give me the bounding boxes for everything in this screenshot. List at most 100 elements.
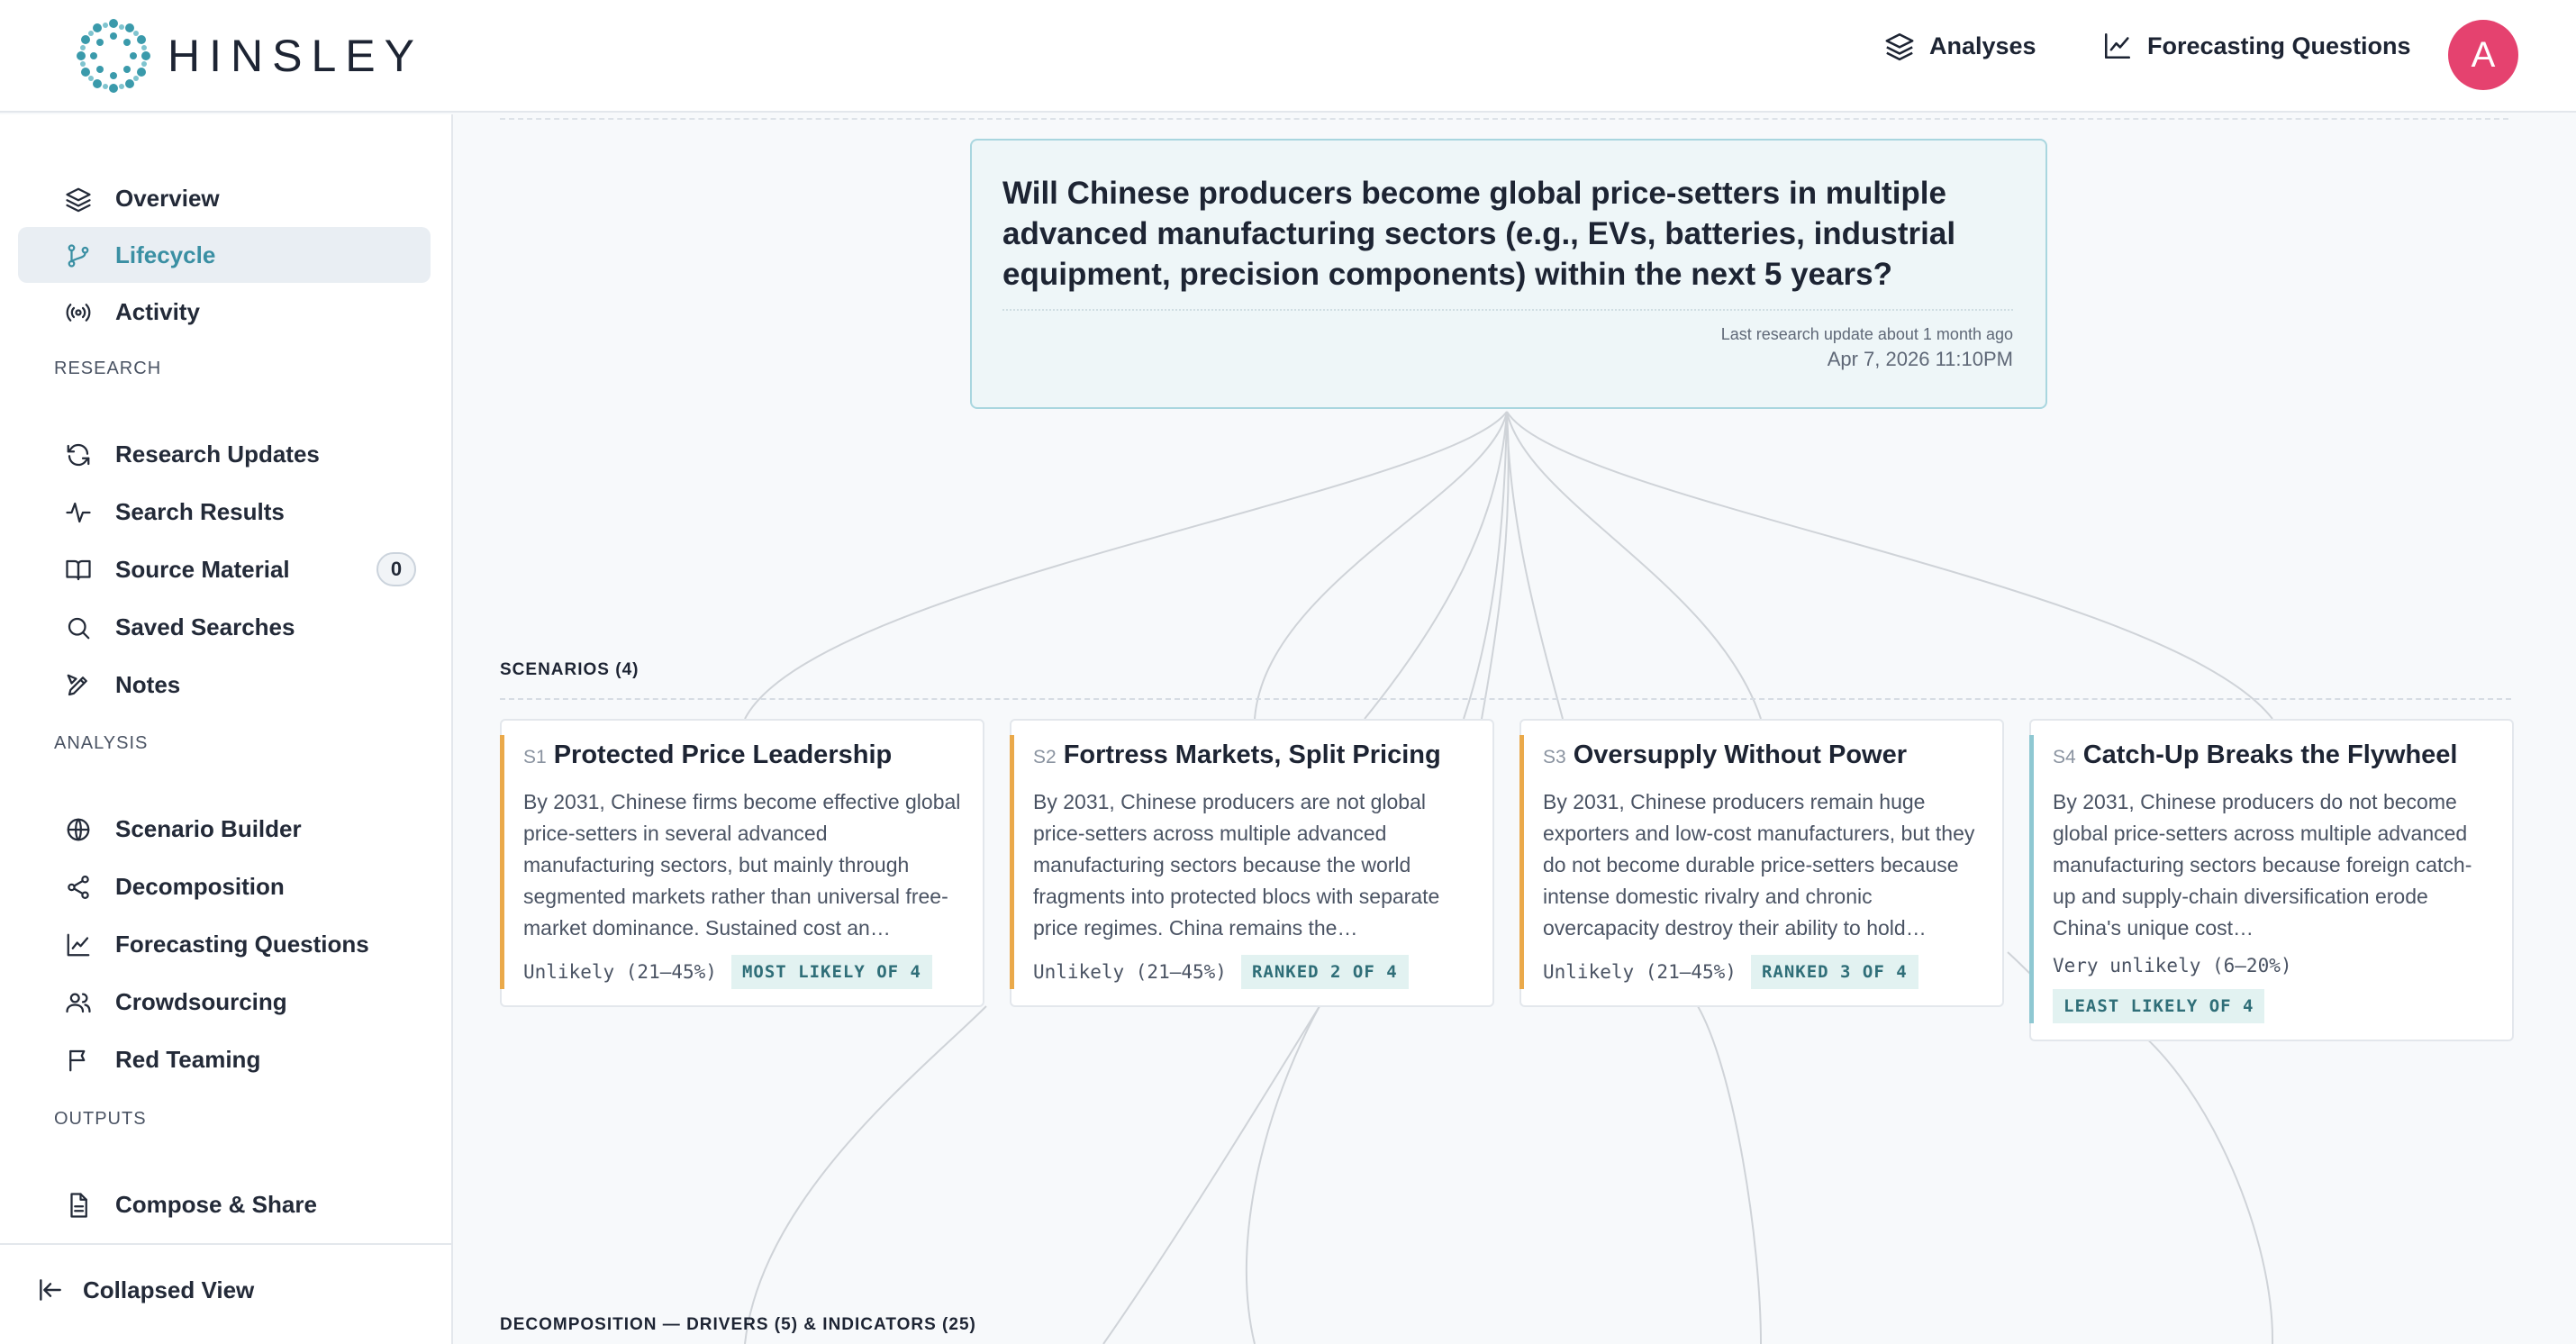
sidebar-item-crowdsourcing[interactable]: Crowdsourcing — [18, 974, 431, 1030]
scenario-description: By 2031, Chinese producers are not globa… — [1033, 790, 1440, 940]
sidebar-item-label: Saved Searches — [115, 613, 295, 640]
line-chart-icon — [2104, 32, 2131, 59]
scenario-title: S2 Fortress Markets, Split Pricing — [1033, 740, 1471, 770]
scenario-probability: Unlikely (21–45%) — [523, 961, 717, 983]
top-header: HINSLEY Analyses Forecasting Questions A — [0, 0, 2576, 113]
brand-logo[interactable]: HINSLEY — [76, 18, 423, 94]
scenario-card-s3[interactable]: S3 Oversupply Without Power By 2031, Chin… — [1519, 719, 2004, 1007]
sidebar-item-notes[interactable]: Notes — [18, 657, 431, 713]
nav-analyses[interactable]: Analyses — [1884, 31, 2036, 61]
refresh-icon — [67, 443, 90, 467]
sidebar-section-title: OUTPUTS — [54, 1109, 147, 1129]
scenario-card-s2[interactable]: S2 Fortress Markets, Split Pricing By 203… — [1010, 719, 1494, 1007]
sidebar-item-activity[interactable]: Activity — [18, 284, 431, 340]
document-icon — [70, 1193, 87, 1218]
sidebar-item-source-material[interactable]: Source Material 0 — [18, 541, 431, 597]
scenario-description: By 2031, Chinese producers do not become… — [2053, 790, 2472, 940]
sidebar-item-lifecycle[interactable]: Lifecycle — [18, 227, 431, 283]
pen-icon — [67, 674, 87, 696]
connector-line — [1364, 411, 1508, 720]
scenario-probability: Unlikely (21–45%) — [1033, 961, 1227, 983]
sidebar-item-label: Search Results — [115, 497, 285, 525]
connector-line — [1506, 411, 1762, 720]
sidebar-item-scenario-builder[interactable]: Scenario Builder — [18, 801, 431, 857]
activity-icon — [66, 502, 91, 523]
scenario-description: By 2031, Chinese firms become effective … — [523, 790, 961, 940]
sidebar-item-label: Scenario Builder — [115, 814, 302, 842]
forecast-question-card[interactable]: Will Chinese producers become global pri… — [970, 139, 2047, 409]
brand-name: HINSLEY — [168, 31, 423, 81]
sidebar-item-label: Forecasting Questions — [115, 930, 369, 958]
count-badge: 0 — [376, 552, 416, 586]
sidebar-item-saved-searches[interactable]: Saved Searches — [18, 599, 431, 655]
git-branch-icon — [68, 244, 89, 268]
nav-forecasting-label: Forecasting Questions — [2147, 32, 2411, 59]
sidebar-item-label: Lifecycle — [115, 241, 216, 268]
hinsley-logo-icon — [77, 19, 150, 93]
sidebar-item-label: Notes — [115, 670, 181, 698]
globe-icon — [67, 818, 90, 841]
scenario-title: S4 Catch-Up Breaks the Flywheel — [2053, 740, 2490, 770]
scenario-accent-bar — [2029, 735, 2034, 1023]
connector-line — [2129, 1023, 2274, 1344]
last-update-label: Last research update about 1 month ago — [1720, 325, 2013, 343]
sidebar-item-label: Red Teaming — [115, 1045, 261, 1073]
scenario-title-text: Fortress Markets, Split Pricing — [1063, 740, 1441, 769]
connector-line — [1245, 1005, 1320, 1344]
sidebar-item-compose-share[interactable]: Compose & Share — [18, 1176, 431, 1232]
scenario-title-text: Oversupply Without Power — [1573, 740, 1908, 769]
sidebar-item-label: Source Material — [115, 555, 290, 583]
flag-icon — [69, 1049, 86, 1072]
connector-line — [1481, 411, 1510, 720]
lifecycle-canvas: Will Chinese producers become global pri… — [455, 114, 2576, 1344]
sidebar-item-label: Activity — [115, 297, 200, 325]
sidebar-item-forecasting-questions[interactable]: Forecasting Questions — [18, 916, 431, 972]
collapse-left-icon — [40, 1279, 61, 1301]
connector-line — [1254, 411, 1508, 720]
scenario-id: S2 — [1033, 747, 1057, 767]
scenario-footer: Unlikely (21–45%) RANKED 2 OF 4 — [1033, 955, 1471, 1005]
share-icon — [68, 876, 89, 899]
search-icon — [68, 617, 90, 640]
sidebar-item-research-updates[interactable]: Research Updates — [18, 426, 431, 482]
connector-line — [1102, 1005, 1320, 1344]
sidebar-item-label: Research Updates — [115, 440, 320, 468]
sidebar-item-decomposition[interactable]: Decomposition — [18, 858, 431, 914]
scenario-rank-badge: RANKED 2 OF 4 — [1240, 955, 1409, 989]
scenario-title-text: Protected Price Leadership — [553, 740, 893, 769]
collapsed-view-button[interactable]: Collapsed View — [36, 1276, 254, 1304]
scenario-accent-bar — [1519, 735, 1524, 989]
nav-forecasting-questions[interactable]: Forecasting Questions — [2102, 31, 2411, 61]
scenario-rank-badge: RANKED 3 OF 4 — [1750, 955, 1918, 989]
sidebar-item-label: Decomposition — [115, 872, 285, 900]
user-avatar[interactable]: A — [2448, 20, 2518, 90]
sidebar-section-title: RESEARCH — [54, 359, 162, 378]
scenario-card-s4[interactable]: S4 Catch-Up Breaks the Flywheel By 2031, … — [2029, 719, 2514, 1041]
sidebar-footer: Collapsed View — [0, 1243, 451, 1344]
sidebar-item-red-teaming[interactable]: Red Teaming — [18, 1031, 431, 1087]
scenario-id: S3 — [1543, 747, 1566, 767]
scenario-description: By 2031, Chinese producers remain huge e… — [1543, 790, 1975, 940]
connector-line — [1697, 1005, 1762, 1344]
scenario-title: S3 Oversupply Without Power — [1543, 740, 1981, 770]
nav-analyses-label: Analyses — [1929, 32, 2036, 59]
scenario-card-s1[interactable]: S1 Protected Price Leadership By 2031, Ch… — [500, 719, 984, 1007]
scenario-probability: Very unlikely (6–20%) — [2053, 955, 2292, 976]
connector-line — [1506, 411, 1564, 720]
scenario-id: S4 — [2053, 747, 2076, 767]
scenario-accent-bar — [1010, 735, 1014, 989]
connector-line — [1506, 411, 2273, 720]
scenarios-section-label: SCENARIOS (4) — [500, 660, 639, 679]
scenario-footer: Unlikely (21–45%) MOST LIKELY OF 4 — [523, 955, 961, 1005]
sidebar-item-label: Crowdsourcing — [115, 987, 287, 1015]
scenario-rank-badge: LEAST LIKELY OF 4 — [2053, 989, 2265, 1023]
sidebar-item-overview[interactable]: Overview — [18, 170, 431, 226]
scenario-probability: Unlikely (21–45%) — [1543, 961, 1737, 983]
divider — [500, 698, 2511, 700]
scenario-id: S1 — [523, 747, 547, 767]
sidebar: Overview Lifecycle Activity RESEARCH Researc… — [0, 114, 453, 1344]
layers-icon — [1885, 32, 1914, 61]
sidebar-item-search-results[interactable]: Search Results — [18, 484, 431, 540]
scenario-title: S1 Protected Price Leadership — [523, 740, 961, 770]
scenario-title-text: Catch-Up Breaks the Flywheel — [2082, 740, 2458, 769]
